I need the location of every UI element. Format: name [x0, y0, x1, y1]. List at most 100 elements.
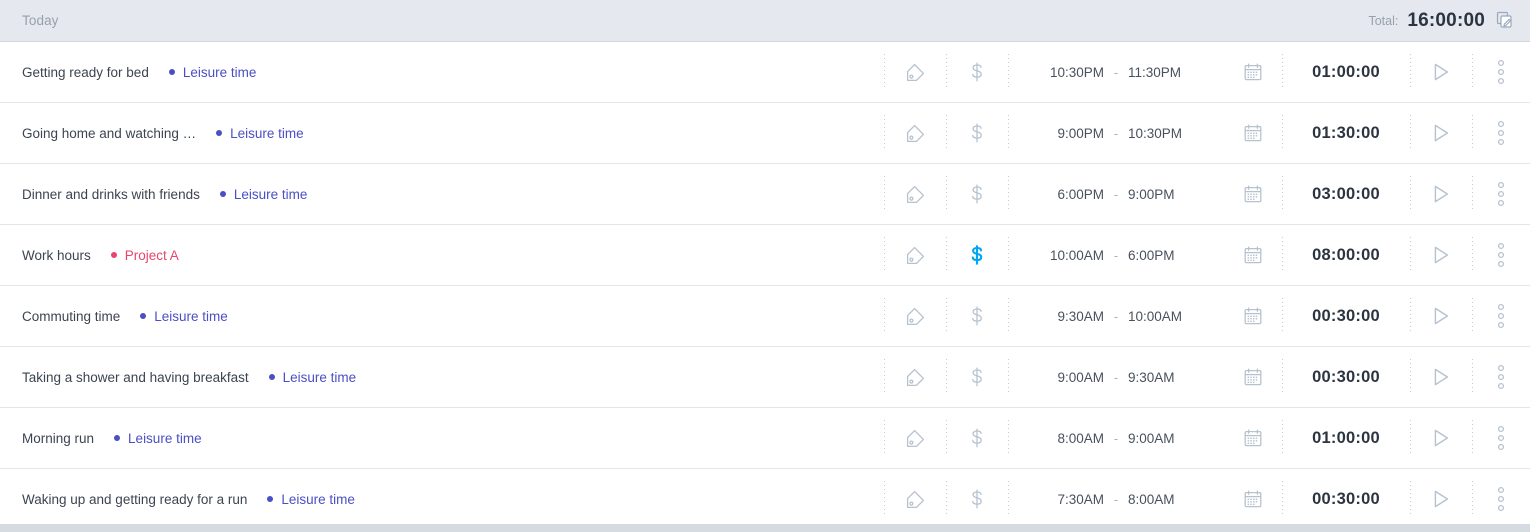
- entry-end-time[interactable]: 8:00AM: [1128, 492, 1214, 507]
- tag-icon[interactable]: [905, 428, 926, 449]
- tag-icon[interactable]: [905, 367, 926, 388]
- entry-description[interactable]: Dinner and drinks with friends: [22, 187, 200, 202]
- project-label[interactable]: Leisure time: [230, 126, 304, 141]
- play-icon[interactable]: [1430, 183, 1452, 205]
- entry-project[interactable]: Leisure time: [219, 187, 308, 202]
- tag-icon[interactable]: [905, 306, 926, 327]
- entry-duration[interactable]: 00:30:00: [1312, 368, 1380, 387]
- calendar-icon[interactable]: [1243, 367, 1263, 387]
- entry-billable-cell: [946, 164, 1008, 224]
- entry-start-time[interactable]: 9:00AM: [1018, 370, 1104, 385]
- entry-description[interactable]: Taking a shower and having breakfast: [22, 370, 249, 385]
- play-icon[interactable]: [1430, 61, 1452, 83]
- entry-start-time[interactable]: 10:00AM: [1018, 248, 1104, 263]
- entry-end-time[interactable]: 10:30PM: [1128, 126, 1214, 141]
- entry-duration[interactable]: 08:00:00: [1312, 246, 1380, 265]
- play-icon[interactable]: [1430, 366, 1452, 388]
- project-label[interactable]: Leisure time: [283, 370, 357, 385]
- entry-time-range-cell: 6:00PM - 9:00PM: [1008, 164, 1224, 224]
- more-options-icon[interactable]: [1497, 486, 1505, 512]
- entry-start-time[interactable]: 9:30AM: [1018, 309, 1104, 324]
- entry-start-time[interactable]: 8:00AM: [1018, 431, 1104, 446]
- calendar-icon[interactable]: [1243, 62, 1263, 82]
- dollar-icon[interactable]: [967, 61, 987, 83]
- entry-project[interactable]: Project A: [110, 248, 179, 263]
- dollar-icon[interactable]: [967, 305, 987, 327]
- entry-description[interactable]: Getting ready for bed: [22, 65, 149, 80]
- entry-end-time[interactable]: 10:00AM: [1128, 309, 1214, 324]
- entry-end-time[interactable]: 11:30PM: [1128, 65, 1214, 80]
- project-label[interactable]: Leisure time: [154, 309, 228, 324]
- entry-description-cell: Taking a shower and having breakfast Lei…: [0, 347, 884, 407]
- play-icon[interactable]: [1430, 244, 1452, 266]
- tag-icon[interactable]: [905, 245, 926, 266]
- calendar-icon[interactable]: [1243, 184, 1263, 204]
- entry-project[interactable]: Leisure time: [268, 370, 357, 385]
- entry-description[interactable]: Work hours: [22, 248, 91, 263]
- calendar-icon[interactable]: [1243, 123, 1263, 143]
- entry-project[interactable]: Leisure time: [168, 65, 257, 80]
- tag-icon[interactable]: [905, 123, 926, 144]
- more-options-icon[interactable]: [1497, 120, 1505, 146]
- more-options-icon[interactable]: [1497, 242, 1505, 268]
- more-options-icon[interactable]: [1497, 303, 1505, 329]
- entry-start-time[interactable]: 6:00PM: [1018, 187, 1104, 202]
- more-options-icon[interactable]: [1497, 364, 1505, 390]
- entry-duration[interactable]: 03:00:00: [1312, 185, 1380, 204]
- entry-project[interactable]: Leisure time: [267, 492, 355, 507]
- entry-end-time[interactable]: 9:00PM: [1128, 187, 1214, 202]
- entry-date-cell: [1224, 408, 1282, 468]
- dollar-icon[interactable]: [967, 366, 987, 388]
- entry-project[interactable]: Leisure time: [140, 309, 228, 324]
- project-color-dot: [110, 252, 117, 258]
- dollar-icon[interactable]: [967, 183, 987, 205]
- entry-description[interactable]: Morning run: [22, 431, 94, 446]
- calendar-icon[interactable]: [1243, 428, 1263, 448]
- entry-start-time[interactable]: 7:30AM: [1018, 492, 1104, 507]
- entry-project[interactable]: Leisure time: [114, 431, 202, 446]
- dollar-icon[interactable]: [967, 122, 987, 144]
- entry-duration[interactable]: 00:30:00: [1312, 307, 1380, 326]
- dollar-icon[interactable]: [967, 488, 987, 510]
- tag-icon[interactable]: [905, 184, 926, 205]
- entry-end-time[interactable]: 9:00AM: [1128, 431, 1214, 446]
- calendar-icon[interactable]: [1243, 245, 1263, 265]
- entry-tag-cell: [884, 286, 946, 346]
- entry-end-time[interactable]: 9:30AM: [1128, 370, 1214, 385]
- entry-duration[interactable]: 01:00:00: [1312, 429, 1380, 448]
- dollar-icon[interactable]: [967, 427, 987, 449]
- bottom-strip: [0, 524, 1530, 532]
- project-label[interactable]: Leisure time: [128, 431, 202, 446]
- entry-duration[interactable]: 00:30:00: [1312, 490, 1380, 509]
- project-label[interactable]: Leisure time: [234, 187, 308, 202]
- entry-tag-cell: [884, 42, 946, 102]
- entry-tag-cell: [884, 164, 946, 224]
- entry-start-time[interactable]: 9:00PM: [1018, 126, 1104, 141]
- tag-icon[interactable]: [905, 62, 926, 83]
- entry-duration[interactable]: 01:30:00: [1312, 124, 1380, 143]
- more-options-icon[interactable]: [1497, 425, 1505, 451]
- play-icon[interactable]: [1430, 305, 1452, 327]
- project-label[interactable]: Leisure time: [281, 492, 355, 507]
- calendar-icon[interactable]: [1243, 489, 1263, 509]
- entry-start-time[interactable]: 10:30PM: [1018, 65, 1104, 80]
- play-icon[interactable]: [1430, 427, 1452, 449]
- more-options-icon[interactable]: [1497, 59, 1505, 85]
- entry-description[interactable]: Waking up and getting ready for a run: [22, 492, 247, 507]
- play-icon[interactable]: [1430, 122, 1452, 144]
- project-label[interactable]: Leisure time: [183, 65, 257, 80]
- entry-description[interactable]: Going home and watching …: [22, 126, 196, 141]
- bulk-edit-icon[interactable]: [1494, 10, 1516, 32]
- entry-description-cell: Going home and watching … Leisure time: [0, 103, 884, 163]
- entry-duration[interactable]: 01:00:00: [1312, 63, 1380, 82]
- tag-icon[interactable]: [905, 489, 926, 510]
- entry-tag-cell: [884, 408, 946, 468]
- entry-description[interactable]: Commuting time: [22, 309, 120, 324]
- entry-end-time[interactable]: 6:00PM: [1128, 248, 1214, 263]
- calendar-icon[interactable]: [1243, 306, 1263, 326]
- entry-project[interactable]: Leisure time: [216, 126, 304, 141]
- more-options-icon[interactable]: [1497, 181, 1505, 207]
- dollar-icon[interactable]: [967, 244, 987, 266]
- play-icon[interactable]: [1430, 488, 1452, 510]
- project-label[interactable]: Project A: [125, 248, 179, 263]
